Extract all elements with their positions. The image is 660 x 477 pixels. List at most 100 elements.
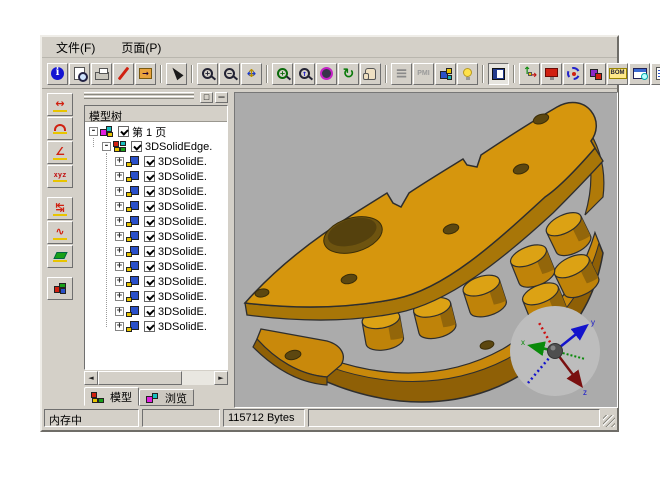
light-button[interactable] <box>457 63 478 85</box>
part-icon <box>126 305 141 318</box>
panel-gripper[interactable]: □ — <box>84 92 228 103</box>
menu-file[interactable]: 文件(F) <box>56 39 95 56</box>
measure-area-button[interactable] <box>47 245 73 268</box>
expand-icon[interactable]: + <box>115 157 124 166</box>
scroll-left-arrow[interactable]: ◄ <box>84 371 98 385</box>
tree-item-label: 3DSolidE. <box>158 306 207 318</box>
pmi-button[interactable]: PMI <box>413 63 434 85</box>
expand-icon[interactable]: + <box>115 307 124 316</box>
tree-item-label: 3DSolidE. <box>158 156 207 168</box>
part-checkbox[interactable] <box>144 186 155 197</box>
print-preview-button[interactable] <box>69 63 90 85</box>
tree-title: 模型树 <box>85 106 227 122</box>
explode-button[interactable] <box>585 63 606 85</box>
refresh-spin-button[interactable]: ↻ <box>338 63 359 85</box>
viewport[interactable]: y z x <box>234 92 618 408</box>
expand-icon[interactable]: + <box>115 232 124 241</box>
collapse-icon[interactable]: - <box>89 127 98 136</box>
part-checkbox[interactable] <box>144 306 155 317</box>
part-checkbox[interactable] <box>144 291 155 302</box>
status-bytes: 115712 Bytes <box>223 409 305 427</box>
status-bar: 内存中 115712 Bytes <box>44 408 615 428</box>
tree-assembly-label: 3DSolidEdge. <box>145 141 212 153</box>
root-checkbox[interactable] <box>118 126 129 137</box>
toolbar-separator <box>191 65 193 83</box>
measure-coordinate-button[interactable]: xyz <box>47 165 73 188</box>
expand-icon[interactable]: + <box>115 187 124 196</box>
expand-icon[interactable]: + <box>115 292 124 301</box>
transform-button[interactable]: ↑→ <box>519 63 540 85</box>
page-icon <box>100 125 115 138</box>
resize-grip[interactable] <box>603 415 615 427</box>
part-icon <box>126 245 141 258</box>
layers-button[interactable]: ≡ <box>391 63 412 85</box>
assembly-checkbox[interactable] <box>131 141 142 152</box>
scrollbar-thumb[interactable] <box>98 371 182 385</box>
part-checkbox[interactable] <box>144 246 155 257</box>
report-button[interactable] <box>629 63 650 85</box>
part-checkbox[interactable] <box>144 321 155 332</box>
scroll-right-arrow[interactable]: ► <box>214 371 228 385</box>
pan-button[interactable]: ↔↕ <box>241 63 262 85</box>
zoom-dynamic-button[interactable]: ↑ <box>294 63 315 85</box>
tab-browse-label: 浏览 <box>165 390 187 406</box>
measure-distance-button[interactable]: ↔ <box>47 93 73 116</box>
pan-hand-button[interactable] <box>360 63 381 85</box>
measure-curve-button[interactable]: ∿ <box>47 221 73 244</box>
transform-axes-icon: ↑→ <box>522 66 537 81</box>
expand-icon[interactable]: + <box>115 247 124 256</box>
toolbar-separator <box>385 65 387 83</box>
panel-toggle-button[interactable] <box>488 63 509 85</box>
print-button[interactable] <box>91 63 112 85</box>
zoom-in-button[interactable]: + <box>197 63 218 85</box>
tree-horizontal-scrollbar[interactable]: ◄ ► <box>84 371 228 385</box>
zoom-in-icon: + <box>202 68 213 79</box>
expand-icon[interactable]: + <box>115 322 124 331</box>
zoom-window-button[interactable]: + <box>272 63 293 85</box>
print-icon <box>95 72 109 80</box>
part-checkbox[interactable] <box>144 156 155 167</box>
info-button[interactable]: i <box>47 63 68 85</box>
expand-icon[interactable]: + <box>115 277 124 286</box>
tree-item-label: 3DSolidE. <box>158 246 207 258</box>
shaded-cube-icon <box>439 67 453 81</box>
panel-float-button[interactable]: □ <box>200 92 213 103</box>
part-checkbox[interactable] <box>144 231 155 242</box>
part-checkbox[interactable] <box>144 276 155 287</box>
collapse-icon[interactable]: - <box>102 142 111 151</box>
part-checkbox[interactable] <box>144 171 155 182</box>
markup-pen-button[interactable] <box>113 63 134 85</box>
part-checkbox[interactable] <box>144 216 155 227</box>
markup-pen-icon <box>118 67 130 81</box>
tree-root-row[interactable]: - 第 1 页 <box>85 124 227 139</box>
menu-bar: 文件(F) 页面(P) <box>42 37 617 58</box>
markup-save-button[interactable]: → <box>135 63 156 85</box>
zoom-out-button[interactable]: − <box>219 63 240 85</box>
tree-item-label: 3DSolidE. <box>158 261 207 273</box>
measure-radius-button[interactable] <box>47 117 73 140</box>
tree-assembly-row[interactable]: - 3DSolidEdge. <box>85 139 227 154</box>
animation-orbit-icon <box>567 67 580 80</box>
menu-page[interactable]: 页面(P) <box>121 39 161 56</box>
part-checkbox[interactable] <box>144 201 155 212</box>
structure-button[interactable] <box>651 63 660 85</box>
expand-icon[interactable]: + <box>115 217 124 226</box>
rotate-view-button[interactable] <box>316 63 337 85</box>
tab-browse[interactable]: 浏览 <box>139 389 194 406</box>
animation-button[interactable] <box>563 63 584 85</box>
bom-button[interactable]: BOM <box>607 63 628 85</box>
measure-volume-button[interactable] <box>47 277 73 300</box>
expand-icon[interactable]: + <box>115 262 124 271</box>
tab-model[interactable]: 模型 <box>84 387 139 406</box>
expand-icon[interactable]: + <box>115 172 124 181</box>
part-checkbox[interactable] <box>144 261 155 272</box>
part-icon <box>126 320 141 333</box>
print-preview-icon <box>74 67 85 80</box>
select-button[interactable] <box>166 63 187 85</box>
expand-icon[interactable]: + <box>115 202 124 211</box>
viewpoint-button[interactable] <box>541 63 562 85</box>
measure-angle-button[interactable]: ∠ <box>47 141 73 164</box>
shaded-view-button[interactable] <box>435 63 456 85</box>
panel-hide-button[interactable]: — <box>215 92 228 103</box>
measure-gap-button[interactable]: ↹ <box>47 197 73 220</box>
